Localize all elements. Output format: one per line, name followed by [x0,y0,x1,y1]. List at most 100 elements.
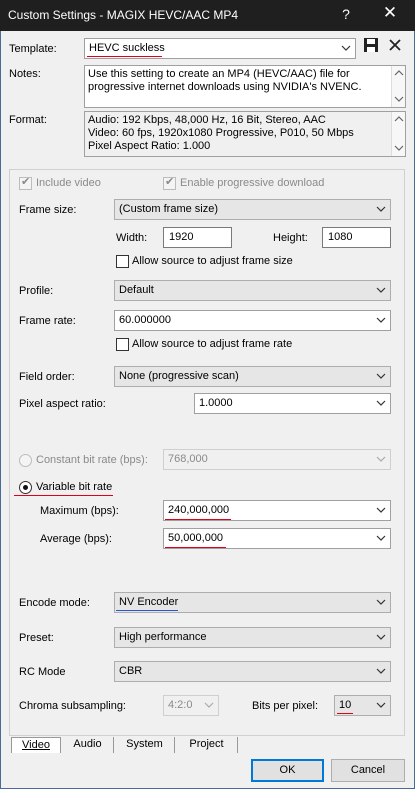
constant-bitrate-label: Constant bit rate (bps): [36,454,148,466]
save-icon[interactable] [363,37,379,53]
chevron-down-icon [376,634,386,640]
chevron-down-icon [376,206,386,212]
allow-frame-size-checkbox[interactable] [116,255,129,268]
title-bar: Custom Settings - MAGIX HEVC/AAC MP4 ? ✕ [0,0,415,31]
field-order-value: None (progressive scan) [119,370,239,382]
tab-video[interactable]: Video [11,737,61,753]
notes-label: Notes: [9,68,41,80]
progressive-download-checkbox[interactable]: ✔ [163,176,176,190]
format-scrollbar[interactable] [391,112,405,156]
tab-system[interactable]: System [115,737,175,753]
variable-bitrate-radio[interactable] [19,481,32,494]
format-line: Pixel Aspect Ratio: 1.000 [88,140,211,152]
constant-bitrate-value: 768,000 [168,453,208,465]
preset-combo[interactable]: High performance [114,627,391,648]
format-line: Video: 60 fps, 1920x1080 Progressive, P0… [88,127,354,139]
height-value: 1080 [328,231,353,243]
chevron-down-icon [394,96,404,102]
tab-label: System [126,738,163,750]
width-input[interactable]: 1920 [163,227,232,248]
preset-label: Preset: [19,632,54,644]
pixel-aspect-value: 1.0000 [199,397,233,409]
chroma-value: 4:2:0 [168,699,193,711]
chevron-down-icon [376,456,386,462]
chevron-down-icon [376,702,386,708]
preset-value: High performance [119,631,207,643]
pixel-aspect-combo[interactable]: 1.0000 [194,393,391,414]
progressive-download-label: Enable progressive download [180,177,325,189]
chevron-down-icon [394,145,404,151]
notes-text: Use this setting to create an MP4 (HEVC/… [88,68,362,93]
ok-button[interactable]: OK [251,759,324,782]
template-value: HEVC suckless [89,42,165,54]
window-title: Custom Settings - MAGIX HEVC/AAC MP4 [8,8,239,22]
width-label: Width: [116,232,148,244]
template-label: Template: [9,43,57,55]
chevron-down-icon [376,599,386,605]
delete-icon[interactable] [387,37,403,53]
frame-rate-value: 60.000000 [119,314,171,326]
variable-bitrate-label: Variable bit rate [36,481,113,493]
tab-label: Project [189,738,224,750]
chevron-down-icon [376,668,386,674]
profile-label: Profile: [19,285,54,297]
format-label: Format: [9,114,47,126]
close-button[interactable]: ✕ [375,3,405,23]
field-order-combo[interactable]: None (progressive scan) [114,366,391,387]
annotation-underline [337,713,353,714]
rc-mode-label: RC Mode [19,666,66,678]
include-video-label: Include video [36,177,101,189]
chroma-combo[interactable]: 4:2:0 [163,695,219,716]
max-bitrate-value: 240,000,000 [168,504,230,516]
chevron-down-icon [376,317,386,323]
tab-project[interactable]: Project [176,737,238,753]
frame-size-value: (Custom frame size) [119,203,219,215]
chevron-down-icon [376,373,386,379]
field-order-label: Field order: [19,371,75,383]
rc-mode-combo[interactable]: CBR [114,661,391,682]
include-video-checkbox[interactable]: ✔ [19,176,32,190]
tab-audio[interactable]: Audio [62,737,114,753]
frame-size-combo[interactable]: (Custom frame size) [114,199,391,220]
cancel-button[interactable]: Cancel [331,759,405,782]
annotation-underline [87,56,162,57]
chroma-label: Chroma subsampling: [19,700,126,712]
help-button[interactable]: ? [333,6,359,22]
notes-scrollbar[interactable] [391,66,405,107]
frame-rate-label: Frame rate: [19,315,76,327]
bits-per-pixel-value: 10 [339,699,352,711]
avg-bitrate-label: Average (bps): [40,533,112,545]
annotation-underline [14,495,113,496]
bits-per-pixel-label: Bits per pixel: [252,700,319,712]
constant-bitrate-radio[interactable] [19,454,32,467]
pixel-aspect-label: Pixel aspect ratio: [19,398,106,410]
allow-frame-rate-label: Allow source to adjust frame rate [132,338,293,350]
chevron-down-icon [376,400,386,406]
tab-label: Audio [73,738,102,750]
profile-value: Default [119,284,154,296]
profile-combo[interactable]: Default [114,280,391,301]
annotation-underline [165,519,231,520]
format-line: Audio: 192 Kbps, 48,000 Hz, 16 Bit, Ster… [88,114,326,126]
height-input[interactable]: 1080 [322,227,391,248]
allow-frame-size-label: Allow source to adjust frame size [132,255,293,267]
avg-bitrate-combo[interactable]: 50,000,000 [163,528,391,549]
chevron-up-icon [394,70,404,76]
max-bitrate-combo[interactable]: 240,000,000 [163,500,391,521]
tab-label: Video [22,739,50,751]
encode-mode-value: NV Encoder [119,596,179,608]
chevron-down-icon [204,702,214,708]
allow-frame-rate-checkbox[interactable] [116,338,129,351]
annotation-underline [165,547,226,548]
format-summary: Audio: 192 Kbps, 48,000 Hz, 16 Bit, Ster… [84,111,406,157]
constant-bitrate-combo[interactable]: 768,000 [163,449,391,470]
frame-rate-combo[interactable]: 60.000000 [114,310,391,331]
rc-mode-value: CBR [119,665,143,677]
notes-textarea[interactable]: Use this setting to create an MP4 (HEVC/… [84,65,406,108]
annotation-underline [116,610,178,611]
height-label: Height: [273,232,308,244]
width-value: 1920 [169,231,194,243]
chevron-up-icon [394,116,404,122]
max-bitrate-label: Maximum (bps): [40,505,119,517]
frame-size-label: Frame size: [19,204,77,216]
